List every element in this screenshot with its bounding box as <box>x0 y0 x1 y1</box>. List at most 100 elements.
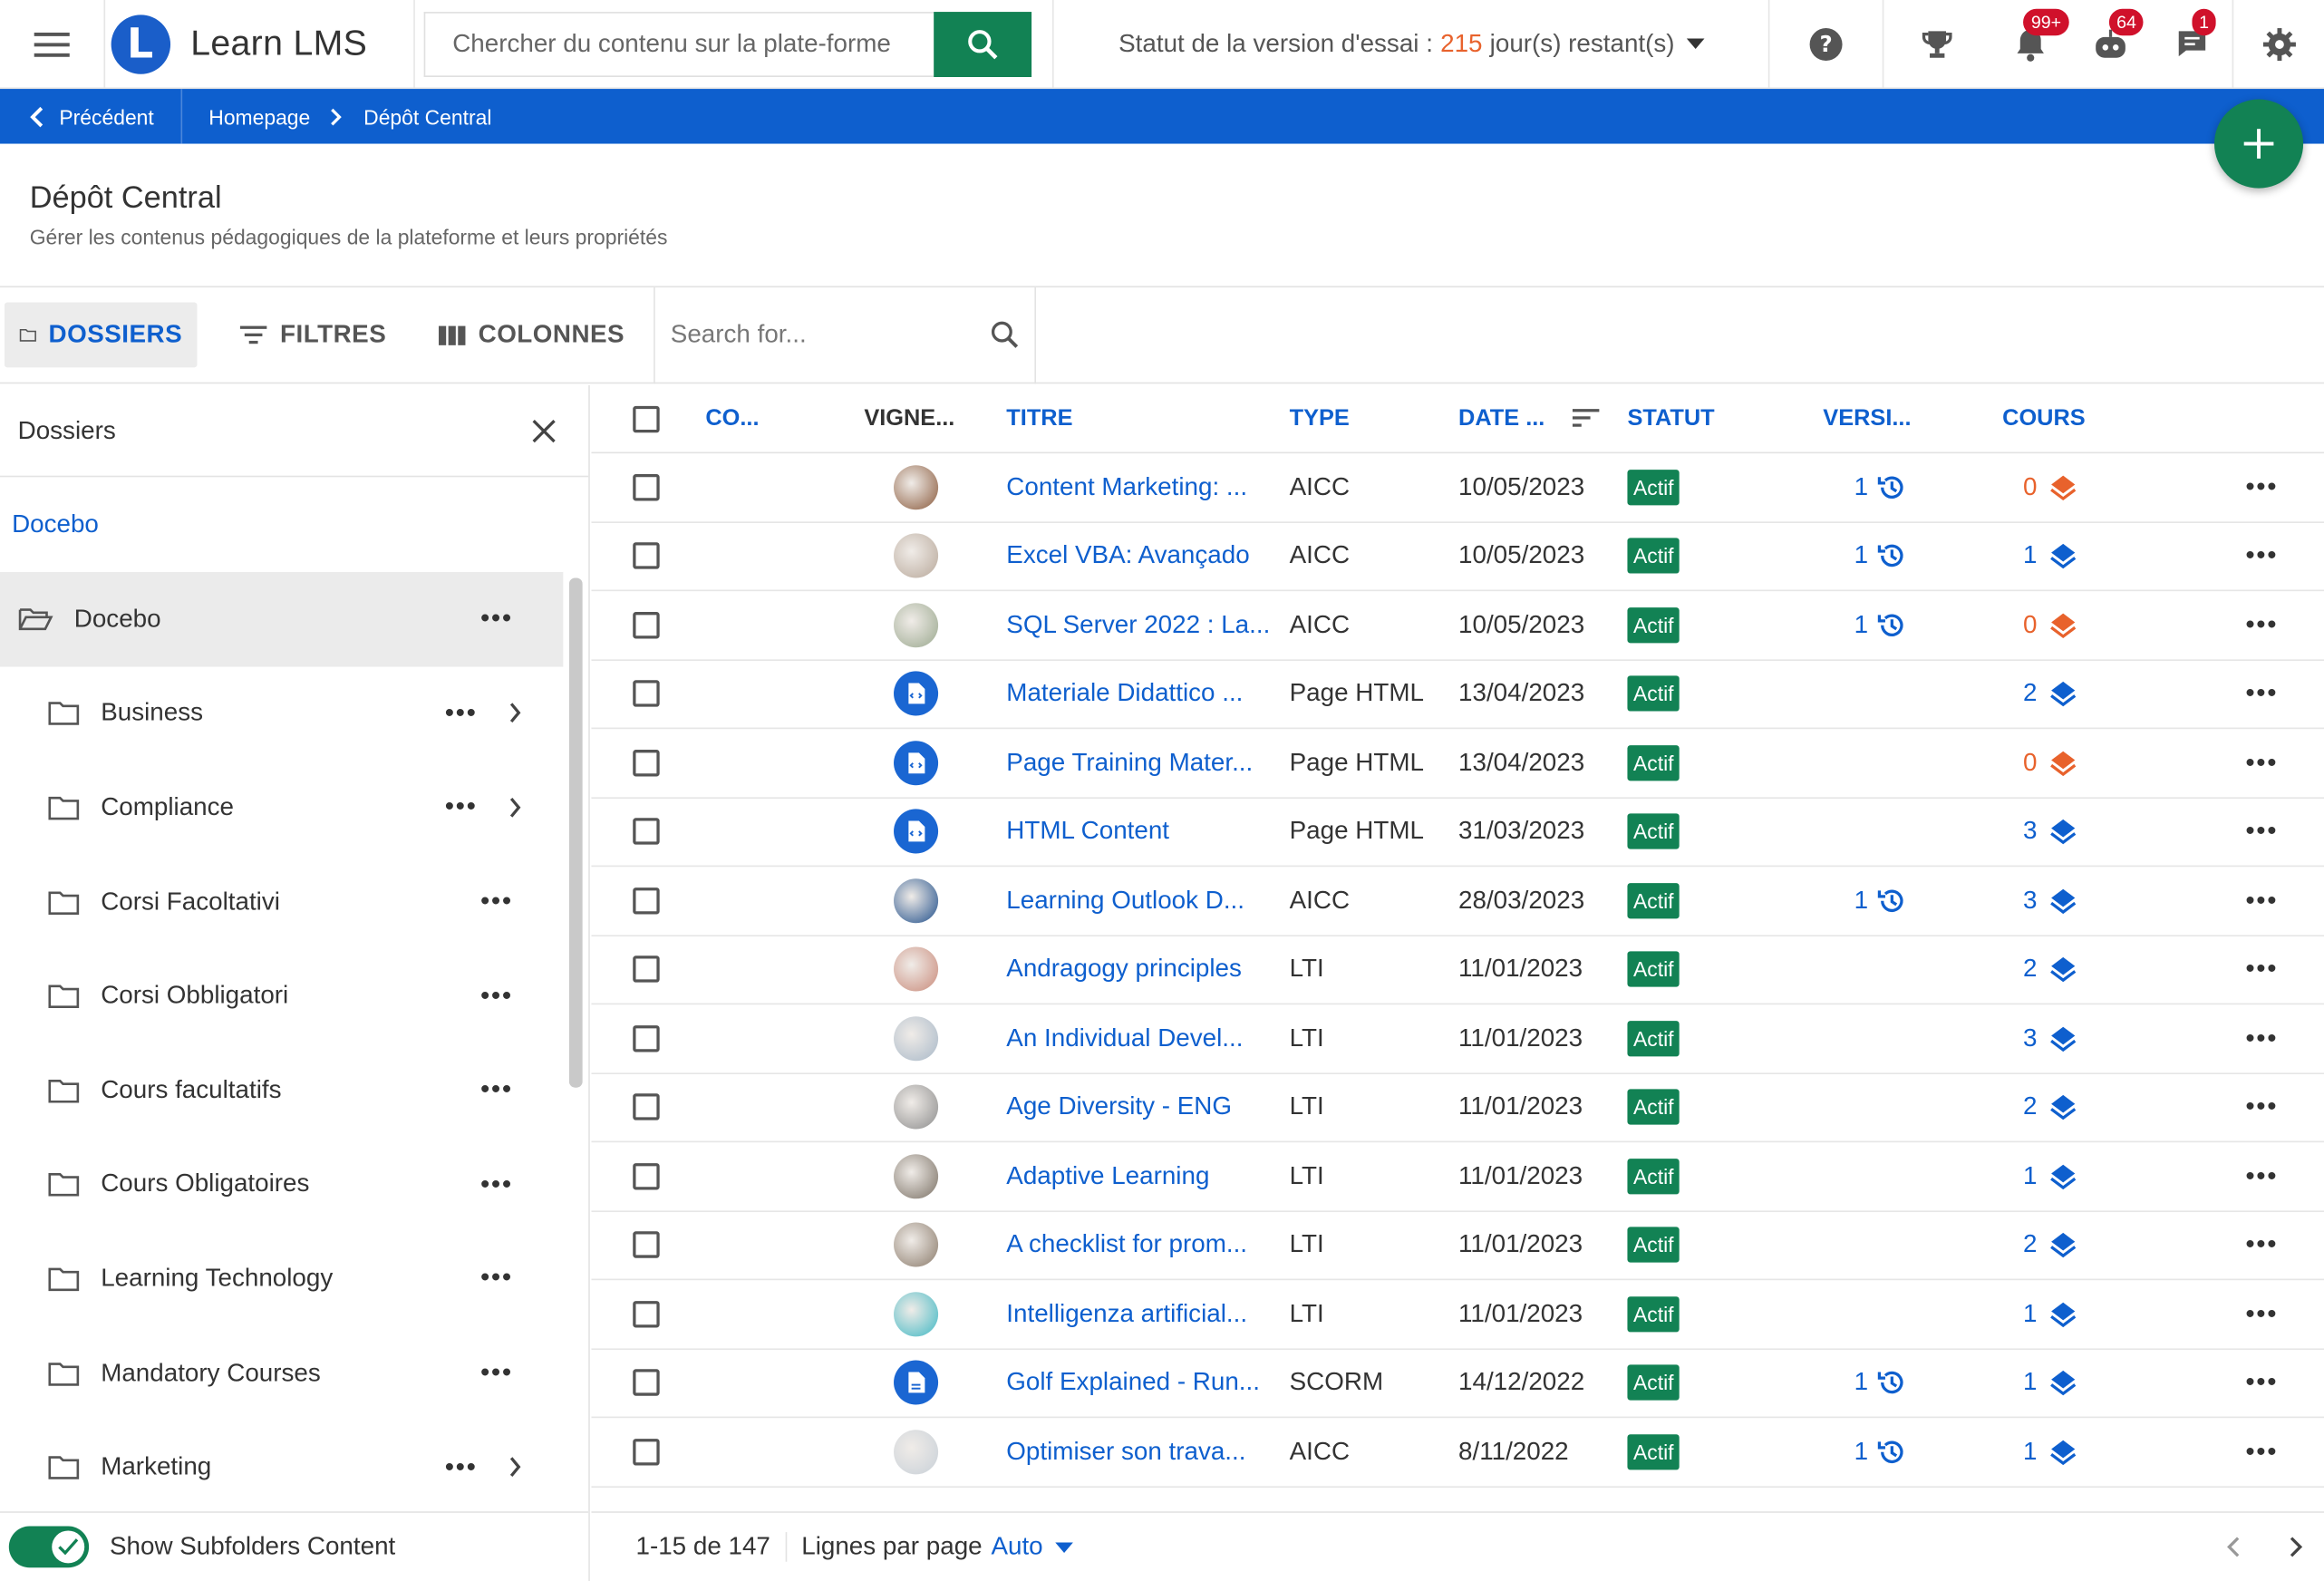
folder-item[interactable]: Corsi Obbligatori ••• <box>0 949 563 1043</box>
menu-button[interactable] <box>0 0 103 87</box>
row-more-options-icon[interactable]: ••• <box>2245 747 2278 778</box>
more-options-icon[interactable]: ••• <box>480 887 513 917</box>
trial-status[interactable]: Statut de la version d'essai : 215 jour(… <box>1052 0 1770 88</box>
more-options-icon[interactable]: ••• <box>480 1263 513 1294</box>
table-row[interactable]: SQL Server 2022 : La... AICC 10/05/2023 Act… <box>591 591 2324 661</box>
more-options-icon[interactable]: ••• <box>445 1451 478 1482</box>
table-row[interactable]: A checklist for prom... LTI 11/01/2023 Acti… <box>591 1211 2324 1281</box>
table-row[interactable]: Excel VBA: Avançado AICC 10/05/2023 Actif 1 1… <box>591 522 2324 592</box>
table-row[interactable]: Learning Outlook D... AICC 28/03/2023 Actif… <box>591 867 2324 936</box>
table-row[interactable]: Intelligenza artificial... LTI 11/01/2023 A… <box>591 1280 2324 1350</box>
assistant-button[interactable]: 64 <box>2070 0 2150 87</box>
folders-scrollbar[interactable] <box>568 577 583 1088</box>
row-checkbox[interactable] <box>633 1231 660 1259</box>
content-title-link[interactable]: Excel VBA: Avançado <box>1006 541 1249 571</box>
row-checkbox[interactable] <box>633 818 660 846</box>
table-row[interactable]: Optimiser son trava... AICC 8/11/2022 Actif… <box>591 1418 2324 1488</box>
subfolders-toggle[interactable] <box>8 1526 90 1568</box>
table-row[interactable]: Content Marketing: ... AICC 10/05/2023 Acti… <box>591 453 2324 523</box>
breadcrumb-home[interactable]: Homepage <box>208 104 310 128</box>
back-link[interactable]: Précédent <box>0 89 182 144</box>
folder-item[interactable]: Business ••• <box>0 666 563 761</box>
courses-link[interactable]: 0 <box>2023 748 2078 778</box>
folder-item[interactable]: Compliance ••• <box>0 761 563 855</box>
folder-item[interactable]: Learning Technology ••• <box>0 1232 563 1326</box>
more-options-icon[interactable]: ••• <box>445 698 478 729</box>
version-link[interactable]: 1 <box>1854 1437 1907 1467</box>
row-more-options-icon[interactable]: ••• <box>2245 954 2278 984</box>
row-more-options-icon[interactable]: ••• <box>2245 1298 2278 1329</box>
table-row[interactable]: Andragogy principles LTI 11/01/2023 Actif 2 •… <box>591 936 2324 1005</box>
content-title-link[interactable]: Optimiser son trava... <box>1006 1437 1245 1467</box>
version-link[interactable]: 1 <box>1854 610 1907 640</box>
more-options-icon[interactable]: ••• <box>480 981 513 1012</box>
row-more-options-icon[interactable]: ••• <box>2245 1436 2278 1467</box>
row-more-options-icon[interactable]: ••• <box>2245 471 2278 502</box>
row-checkbox[interactable] <box>633 1024 660 1052</box>
more-options-icon[interactable]: ••• <box>480 1357 513 1388</box>
folder-item[interactable]: Docebo ••• <box>0 571 564 666</box>
col-version[interactable]: VERSI... <box>1823 406 1911 432</box>
content-title-link[interactable]: Content Marketing: ... <box>1006 472 1247 502</box>
courses-link[interactable]: 1 <box>2023 1161 2078 1191</box>
content-title-link[interactable]: Page Training Mater... <box>1006 748 1253 778</box>
folders-toggle-button[interactable]: DOSSIERS <box>4 302 198 368</box>
content-title-link[interactable]: Learning Outlook D... <box>1006 886 1244 916</box>
chevron-right-icon[interactable] <box>2289 1535 2303 1558</box>
content-title-link[interactable]: SQL Server 2022 : La... <box>1006 610 1270 640</box>
global-search-input[interactable]: Chercher du contenu sur la plate-forme <box>424 11 934 77</box>
row-checkbox[interactable] <box>633 1438 660 1466</box>
table-search[interactable]: Search for... <box>654 286 1037 383</box>
courses-link[interactable]: 1 <box>2023 1299 2078 1329</box>
courses-link[interactable]: 2 <box>2023 1230 2078 1260</box>
table-row[interactable]: Golf Explained - Run... SCORM 14/12/2022 Ac… <box>591 1349 2324 1419</box>
row-checkbox[interactable] <box>633 1300 660 1328</box>
content-title-link[interactable]: Adaptive Learning <box>1006 1161 1209 1191</box>
col-thumbnail[interactable]: VIGNE... <box>864 406 954 432</box>
rows-per-page-select[interactable]: Auto <box>991 1532 1073 1562</box>
courses-link[interactable]: 0 <box>2023 610 2078 640</box>
courses-link[interactable]: 1 <box>2023 1437 2078 1467</box>
row-checkbox[interactable] <box>633 611 660 639</box>
table-search-input[interactable]: Search for... <box>671 320 807 350</box>
content-title-link[interactable]: Age Diversity - ENG <box>1006 1092 1232 1122</box>
help-button[interactable]: ? <box>1770 0 1883 87</box>
version-link[interactable]: 1 <box>1854 472 1907 502</box>
content-title-link[interactable]: A checklist for prom... <box>1006 1230 1247 1260</box>
table-row[interactable]: An Individual Devel... LTI 11/01/2023 Actif… <box>591 1004 2324 1074</box>
folder-item[interactable]: Corsi Facoltativi ••• <box>0 855 563 949</box>
folder-item[interactable]: Cours facultatifs ••• <box>0 1043 563 1138</box>
more-options-icon[interactable]: ••• <box>480 1074 513 1105</box>
chevron-left-icon[interactable] <box>2226 1535 2241 1558</box>
courses-link[interactable]: 2 <box>2023 1092 2078 1122</box>
row-more-options-icon[interactable]: ••• <box>2245 609 2278 640</box>
row-more-options-icon[interactable]: ••• <box>2245 1229 2278 1260</box>
courses-link[interactable]: 1 <box>2023 541 2078 571</box>
notifications-button[interactable]: 99+ <box>1991 0 2071 87</box>
row-checkbox[interactable] <box>633 542 660 570</box>
row-checkbox[interactable] <box>633 680 660 708</box>
chevron-right-icon[interactable] <box>508 703 522 723</box>
courses-link[interactable]: 3 <box>2023 886 2078 916</box>
columns-button[interactable]: COLONNES <box>421 302 639 367</box>
courses-link[interactable]: 2 <box>2023 955 2078 984</box>
row-checkbox[interactable] <box>633 1369 660 1397</box>
row-more-options-icon[interactable]: ••• <box>2245 1160 2278 1191</box>
table-row[interactable]: Age Diversity - ENG LTI 11/01/2023 Actif 2 ••… <box>591 1073 2324 1143</box>
chevron-right-icon[interactable] <box>508 797 522 818</box>
row-checkbox[interactable] <box>633 473 660 501</box>
table-row[interactable]: Page Training Mater... Page HTML 13/04/202… <box>591 729 2324 799</box>
table-row[interactable]: Adaptive Learning LTI 11/01/2023 Actif 1 ••• <box>591 1142 2324 1212</box>
achievements-button[interactable] <box>1882 0 1990 88</box>
row-more-options-icon[interactable]: ••• <box>2245 816 2278 847</box>
folders-root-link[interactable]: Docebo <box>0 477 588 572</box>
settings-button[interactable] <box>2232 0 2324 88</box>
row-more-options-icon[interactable]: ••• <box>2245 540 2278 571</box>
row-checkbox[interactable] <box>633 1093 660 1121</box>
content-title-link[interactable]: Golf Explained - Run... <box>1006 1368 1260 1398</box>
content-title-link[interactable]: Materiale Didattico ... <box>1006 679 1243 709</box>
table-row[interactable]: HTML Content Page HTML 31/03/2023 Actif 3 ••• <box>591 798 2324 868</box>
folder-item[interactable]: Marketing ••• <box>0 1420 563 1514</box>
row-checkbox[interactable] <box>633 955 660 984</box>
col-title[interactable]: TITRE <box>1006 406 1072 432</box>
